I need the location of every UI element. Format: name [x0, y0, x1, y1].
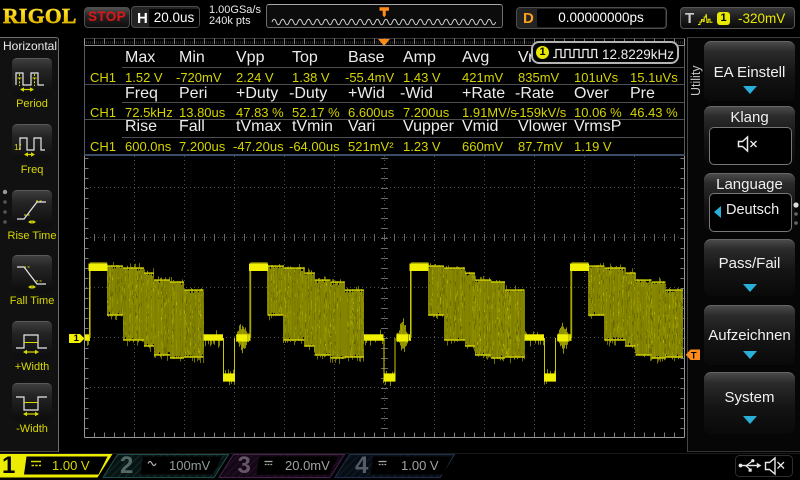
svg-text:1: 1: [74, 333, 80, 344]
svg-text:T: T: [691, 350, 697, 361]
